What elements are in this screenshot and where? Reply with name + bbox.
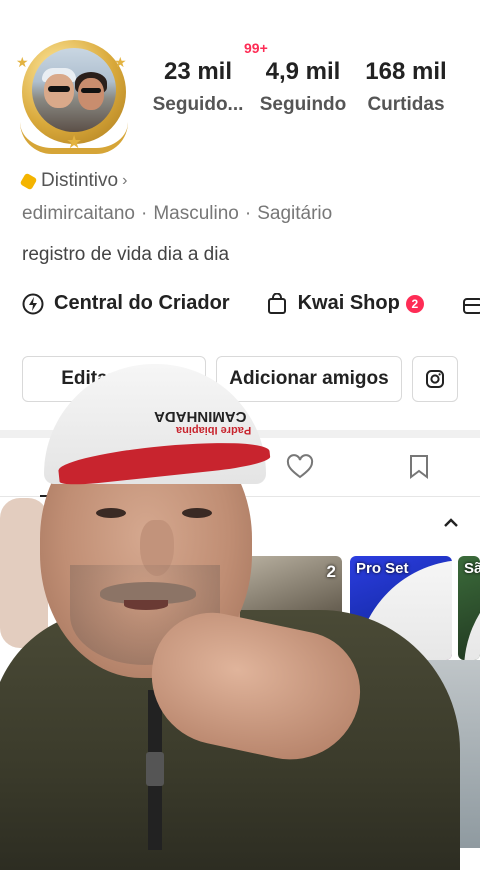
avatar-photo — [32, 48, 116, 132]
followers-label: Seguido... — [152, 94, 244, 115]
kwai-shop-label: Kwai Shop — [297, 292, 400, 314]
chevron-right-icon: › — [122, 172, 128, 189]
badge-icon — [19, 172, 38, 190]
overlay-eye — [96, 508, 126, 518]
distintivo-label: Distintivo — [41, 170, 119, 191]
profile-bio: registro de vida dia a dia — [22, 244, 230, 265]
likes-stat[interactable]: 168 mil Curtidas — [358, 58, 454, 116]
star-icon: ★ — [16, 54, 29, 70]
distintivo-link[interactable]: Distintivo › — [19, 170, 128, 192]
kwai-shop-link[interactable]: Kwai Shop 2 — [266, 292, 424, 315]
gender: Masculino — [153, 203, 239, 224]
profile-meta: edimircaitano · Masculino · Sagitário — [22, 203, 333, 224]
profile-avatar[interactable]: ★ ★ ★ — [16, 36, 132, 154]
notification-badge: 99+ — [244, 40, 268, 56]
following-label: Seguindo — [259, 94, 347, 115]
likes-label: Curtidas — [367, 94, 445, 115]
likes-count: 168 mil — [365, 58, 447, 85]
wallet-icon[interactable] — [462, 296, 480, 316]
username: edimircaitano — [22, 203, 135, 224]
zipper-pull — [146, 752, 164, 786]
overlay-eye — [182, 508, 212, 518]
creator-center-label: Central do Criador — [54, 292, 230, 314]
zodiac-sign: Sagitário — [257, 203, 333, 224]
followers-stat[interactable]: 23 mil Seguido... — [146, 58, 250, 116]
kwai-shop-badge: 2 — [405, 294, 424, 313]
star-icon: ★ — [114, 54, 127, 70]
star-icon: ★ — [66, 132, 83, 152]
cap-subtext: Padre Ibiapina — [176, 424, 252, 436]
lightning-icon — [22, 293, 44, 314]
profile-stats: 23 mil Seguido... 4,9 mil Seguindo 168 m… — [146, 58, 466, 128]
following-count: 4,9 mil — [265, 58, 341, 85]
cap-text: CAMINHADA — [154, 408, 247, 425]
shopping-bag-icon — [267, 292, 286, 314]
followers-count: 23 mil — [163, 58, 233, 85]
video-overlay[interactable]: CAMINHADA Padre Ibiapina — [0, 360, 480, 870]
overlay-mouth — [124, 600, 168, 610]
creator-center-link[interactable]: Central do Criador — [22, 292, 230, 315]
shortcut-row: Central do Criador Kwai Shop 2 — [22, 292, 460, 315]
following-stat[interactable]: 4,9 mil Seguindo — [256, 58, 350, 116]
